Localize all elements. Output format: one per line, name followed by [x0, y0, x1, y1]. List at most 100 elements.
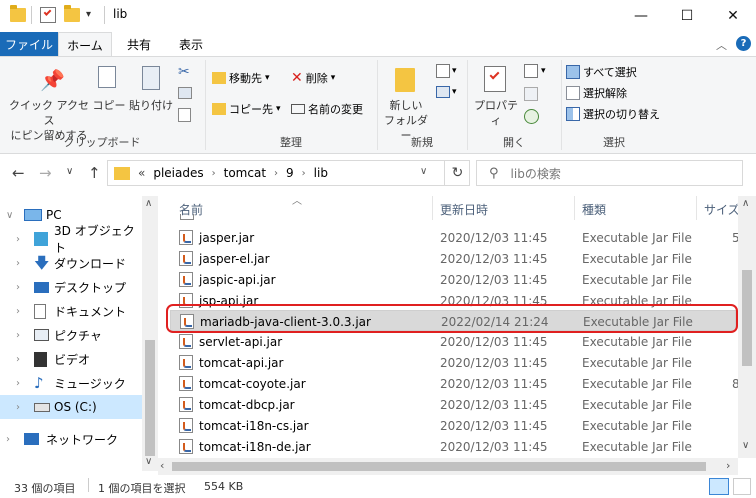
copy-path-icon[interactable]: [178, 87, 192, 99]
easy-access-icon[interactable]: [436, 86, 450, 98]
partial-row-icon: [180, 214, 198, 220]
move-to-button[interactable]: 移動先 ▾: [212, 70, 270, 86]
copy-button[interactable]: コピー: [92, 62, 126, 130]
file-row[interactable]: jasper-el.jar 2020/12/03 11:45 Executable …: [170, 248, 736, 269]
edit-icon[interactable]: [524, 87, 538, 101]
scrollbar-thumb[interactable]: [742, 270, 752, 366]
breadcrumb-overflow[interactable]: «: [138, 166, 145, 180]
file-date: 2020/12/03 11:45: [440, 252, 548, 266]
column-date[interactable]: 更新日時: [440, 201, 488, 218]
dropdown-icon[interactable]: ▾: [452, 66, 457, 76]
rename-button[interactable]: 名前の変更: [291, 101, 363, 117]
recent-locations-button[interactable]: ∨: [66, 166, 73, 177]
tab-view[interactable]: 表示: [168, 32, 214, 56]
file-row[interactable]: tomcat-coyote.jar 2020/12/03 11:45 Executa…: [170, 373, 740, 394]
new-folder-qat-icon[interactable]: [64, 5, 80, 22]
sidebar-item-label: ダウンロード: [54, 256, 127, 271]
help-icon[interactable]: ?: [736, 36, 751, 51]
scroll-down-icon[interactable]: ∨: [742, 440, 749, 451]
scroll-up-icon[interactable]: ∧: [742, 198, 749, 209]
copy-to-button[interactable]: コピー先 ▾: [212, 101, 281, 117]
breadcrumb-tomcat[interactable]: tomcat: [224, 166, 266, 180]
file-list-horizontal-scrollbar[interactable]: ‹ ›: [158, 458, 738, 475]
divider: [574, 196, 575, 220]
back-button[interactable]: ←: [12, 164, 25, 182]
file-row[interactable]: tomcat-i18n-de.jar 2020/12/03 11:45 Execut…: [170, 436, 736, 457]
file-row[interactable]: jasper.jar 2020/12/03 11:45 Executable Jar…: [170, 227, 740, 248]
address-bar[interactable]: « pleiades › tomcat › 9 › lib: [107, 160, 470, 186]
cut-icon[interactable]: ✂: [178, 64, 190, 80]
chevron-right-icon[interactable]: ›: [16, 378, 20, 389]
select-all-button[interactable]: すべて選択: [566, 64, 637, 80]
scrollbar-thumb[interactable]: [145, 340, 155, 456]
file-row[interactable]: servlet-api.jar 2020/12/03 11:45 Executabl…: [170, 331, 736, 352]
sidebar-scrollbar[interactable]: ∧ ∨: [142, 196, 158, 471]
column-size[interactable]: サイズ: [704, 201, 740, 218]
jar-file-icon: [179, 376, 193, 391]
sidebar-item-videos[interactable]: › ビデオ: [0, 347, 142, 371]
maximize-button[interactable]: ☐: [664, 0, 710, 32]
open-icon[interactable]: [524, 64, 538, 78]
chevron-down-icon[interactable]: ∨: [6, 210, 13, 221]
properties-qat-icon[interactable]: [40, 7, 56, 23]
chevron-right-icon[interactable]: ›: [16, 258, 20, 269]
refresh-button[interactable]: ↻: [444, 160, 470, 186]
tab-share[interactable]: 共有: [116, 32, 162, 56]
select-none-button[interactable]: 選択解除: [566, 85, 627, 101]
sidebar-item-music[interactable]: › ♪ ミュージック: [0, 371, 142, 395]
breadcrumb-pleiades[interactable]: pleiades: [153, 166, 203, 180]
minimize-button[interactable]: —: [618, 0, 664, 32]
chevron-right-icon[interactable]: ›: [6, 434, 10, 445]
details-view-icon[interactable]: [709, 478, 729, 495]
chevron-right-icon[interactable]: ›: [16, 354, 20, 365]
column-type[interactable]: 種類: [582, 201, 606, 218]
forward-button[interactable]: →: [39, 164, 52, 182]
dropdown-icon[interactable]: ▾: [452, 87, 457, 97]
sidebar-item-documents[interactable]: › ドキュメント: [0, 299, 142, 323]
copy-icon: [98, 66, 116, 88]
new-folder-button[interactable]: 新しい フォルダー: [380, 62, 432, 142]
file-row[interactable]: jaspic-api.jar 2020/12/03 11:45 Executable…: [170, 269, 736, 290]
close-button[interactable]: ✕: [710, 0, 756, 32]
chevron-right-icon[interactable]: ›: [16, 282, 20, 293]
sidebar-item-network[interactable]: › ネットワーク: [0, 427, 142, 451]
sidebar-item-pictures[interactable]: › ピクチャ: [0, 323, 142, 347]
dropdown-icon[interactable]: ▾: [541, 66, 546, 76]
scroll-left-icon[interactable]: ‹: [160, 459, 164, 472]
invert-selection-button[interactable]: 選択の切り替え: [566, 106, 660, 122]
scroll-right-icon[interactable]: ›: [726, 459, 730, 472]
search-input[interactable]: ⚲ libの検索: [476, 160, 743, 186]
new-item-icon[interactable]: [436, 64, 450, 78]
history-icon[interactable]: [524, 109, 539, 124]
large-icons-view-icon[interactable]: [733, 478, 751, 495]
sidebar-item-downloads[interactable]: › 🡇 ダウンロード: [0, 251, 142, 275]
chevron-right-icon[interactable]: ›: [16, 330, 20, 341]
address-dropdown-icon[interactable]: ∨: [420, 166, 427, 177]
chevron-right-icon[interactable]: ›: [16, 306, 20, 317]
delete-button[interactable]: ✕ 削除 ▾: [291, 70, 335, 86]
tab-home[interactable]: ホーム: [58, 32, 112, 57]
sidebar-item-3d-objects[interactable]: › 3D オブジェクト: [0, 224, 142, 255]
file-type: Executable Jar File: [582, 377, 692, 391]
pin-quick-access-button[interactable]: 📌 クイック アクセス にピン留めする: [8, 62, 90, 142]
properties-button[interactable]: プロパティ: [470, 62, 522, 130]
breadcrumb-lib[interactable]: lib: [314, 166, 328, 180]
scroll-down-icon[interactable]: ∨: [145, 456, 152, 467]
breadcrumb-9[interactable]: 9: [286, 166, 294, 180]
collapse-ribbon-icon[interactable]: ︿: [716, 37, 727, 53]
up-button[interactable]: ↑: [88, 164, 101, 182]
file-row[interactable]: tomcat-api.jar 2020/12/03 11:45 Executable…: [170, 352, 736, 373]
paste-button[interactable]: 貼り付け: [128, 62, 174, 130]
scroll-up-icon[interactable]: ∧: [145, 198, 152, 209]
chevron-right-icon[interactable]: ›: [16, 402, 20, 413]
chevron-right-icon[interactable]: ›: [16, 234, 20, 245]
sidebar-item-desktop[interactable]: › デスクトップ: [0, 275, 142, 299]
file-row[interactable]: tomcat-i18n-cs.jar 2020/12/03 11:45 Execut…: [170, 415, 736, 436]
file-list-vertical-scrollbar[interactable]: ∧ ∨: [738, 196, 756, 458]
paste-shortcut-icon[interactable]: [178, 108, 191, 122]
scrollbar-thumb[interactable]: [172, 462, 706, 471]
sidebar-item-os-c[interactable]: › OS (C:): [0, 395, 142, 419]
file-row[interactable]: tomcat-dbcp.jar 2020/12/03 11:45 Executabl…: [170, 394, 736, 415]
qat-customize-icon[interactable]: ▾: [86, 9, 91, 20]
tab-file[interactable]: ファイル: [0, 32, 58, 56]
